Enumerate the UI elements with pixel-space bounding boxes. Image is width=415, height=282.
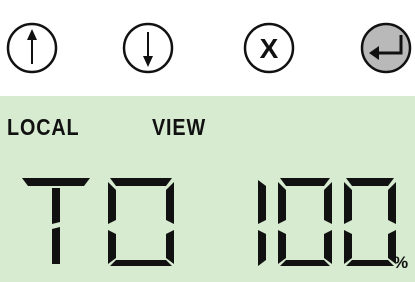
button-row: X bbox=[0, 0, 415, 90]
cancel-label: X bbox=[260, 33, 279, 64]
arrow-down-icon bbox=[122, 22, 174, 74]
up-button[interactable] bbox=[4, 20, 60, 76]
digit-0b bbox=[344, 178, 396, 266]
down-button[interactable] bbox=[120, 20, 176, 76]
arrow-up-icon bbox=[6, 22, 58, 74]
enter-button[interactable] bbox=[357, 20, 415, 76]
enter-icon bbox=[360, 22, 412, 74]
cancel-button[interactable]: X bbox=[241, 20, 297, 76]
digit-T bbox=[22, 178, 90, 264]
unit-percent: % bbox=[393, 253, 409, 272]
digit-O bbox=[108, 178, 174, 266]
digit-1 bbox=[258, 180, 266, 266]
lcd-display: LOCAL VIEW % bbox=[0, 96, 415, 282]
digit-0a bbox=[278, 178, 332, 266]
lcd-segment-readout bbox=[22, 178, 396, 266]
x-icon: X bbox=[243, 22, 295, 74]
